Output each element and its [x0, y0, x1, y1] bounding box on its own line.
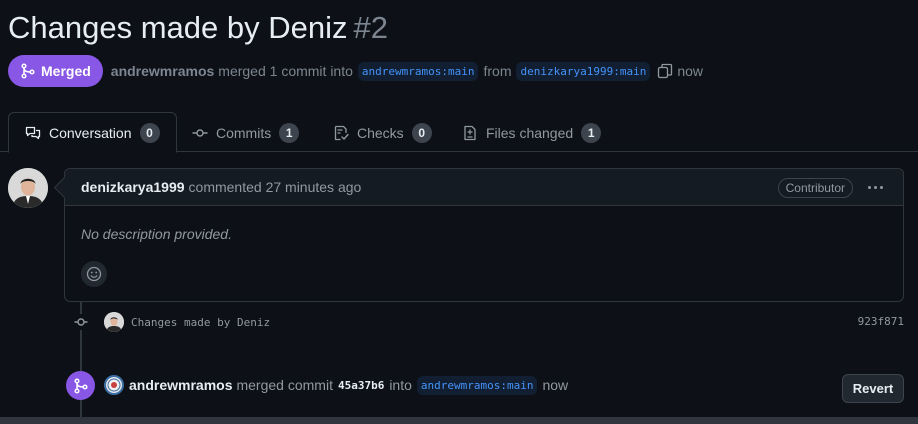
merge-event-row: andrewmramos merged commit 45a37b6 into …: [104, 374, 568, 396]
pr-meta: Merged andrewmramos merged 1 commit into…: [8, 55, 703, 87]
commit-sha-link[interactable]: 923f871: [858, 315, 904, 328]
contributor-badge: Contributor: [777, 178, 853, 198]
tab-files-changed-count: 1: [581, 122, 602, 143]
commit-row: Changes made by Deniz 923f871: [104, 311, 904, 333]
tab-files-changed[interactable]: Files changed 1: [462, 112, 602, 153]
checklist-icon: [334, 125, 349, 140]
tab-files-changed-label: Files changed: [486, 124, 574, 141]
comment-author-avatar[interactable]: [8, 168, 48, 208]
tab-commits-count: 1: [279, 122, 300, 143]
merger-avatar[interactable]: [104, 375, 124, 395]
revert-button[interactable]: Revert: [842, 374, 904, 403]
commit-message-link[interactable]: Changes made by Deniz: [131, 316, 270, 329]
merge-event-into-text: into: [389, 377, 412, 393]
pr-title: Changes made by Deniz #2: [8, 8, 388, 48]
comment-header: denizkarya1999 commented 27 minutes ago …: [65, 169, 903, 206]
merged-status-label: Merged: [41, 63, 91, 79]
copy-icon[interactable]: [657, 63, 673, 79]
pr-tabs: Conversation 0 Commits 1 Checks 0 Files …: [0, 112, 918, 153]
tab-commits[interactable]: Commits 1: [192, 112, 300, 153]
merge-summary-text: merged 1 commit into: [218, 63, 353, 79]
merge-event-author-link[interactable]: andrewmramos: [129, 377, 232, 393]
commit-author-avatar[interactable]: [104, 312, 124, 332]
merge-time: now: [677, 63, 704, 79]
tab-checks-count: 0: [411, 122, 432, 143]
comment-body: No description provided.: [81, 226, 232, 242]
merge-target-branch-link[interactable]: andrewmramos:main: [416, 375, 538, 395]
comment-author-link[interactable]: denizkarya1999: [81, 179, 185, 195]
from-text: from: [483, 63, 512, 79]
git-merge-icon: [21, 63, 35, 79]
tab-conversation-label: Conversation: [49, 124, 132, 141]
comment-discussion-icon: [25, 126, 41, 139]
horizontal-scrollbar[interactable]: [0, 417, 918, 424]
kebab-menu-icon[interactable]: [865, 179, 885, 195]
git-commit-icon: [73, 314, 89, 330]
base-branch-link[interactable]: andrewmramos:main: [357, 61, 479, 81]
merged-status-badge: Merged: [8, 55, 103, 87]
merge-event-time[interactable]: now: [542, 377, 568, 393]
merge-commit-sha-link[interactable]: 45a37b6: [338, 379, 384, 392]
smiley-icon: [86, 266, 102, 282]
git-merge-icon: [66, 371, 95, 400]
pr-title-text: Changes made by Deniz: [8, 10, 348, 45]
file-diff-icon: [464, 125, 476, 140]
head-branch-link[interactable]: denizkarya1999:main: [516, 61, 651, 81]
merger-link[interactable]: andrewmramos: [111, 63, 214, 79]
comment-box: denizkarya1999 commented 27 minutes ago …: [64, 168, 904, 302]
add-reaction-button[interactable]: [81, 261, 107, 287]
comment-timestamp[interactable]: commented 27 minutes ago: [189, 179, 362, 195]
pr-number: #2: [353, 10, 388, 45]
tab-commits-label: Commits: [216, 124, 272, 141]
tab-conversation-count: 0: [139, 122, 160, 143]
merge-event-text: merged commit: [236, 377, 333, 393]
tab-checks[interactable]: Checks 0: [333, 112, 432, 153]
tab-checks-label: Checks: [357, 124, 404, 141]
git-commit-icon: [192, 128, 208, 137]
tab-conversation[interactable]: Conversation 0: [8, 112, 177, 153]
